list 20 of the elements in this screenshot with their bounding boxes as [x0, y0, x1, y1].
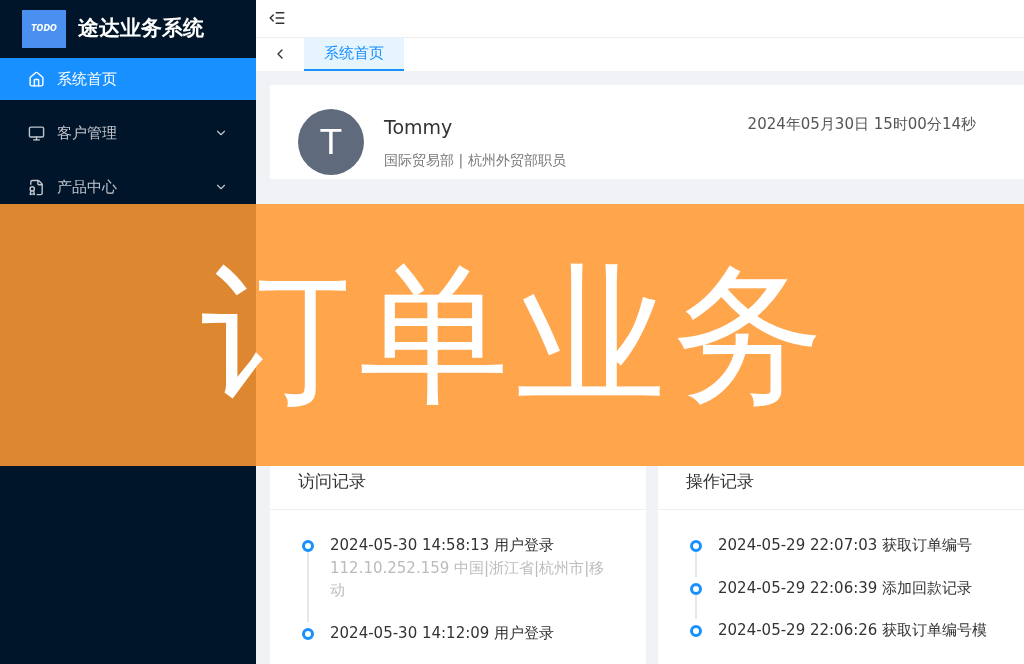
timeline-entry: 2024-05-29 22:07:03 获取订单编号: [718, 535, 973, 556]
sidebar-item[interactable]: 客户管理: [0, 112, 256, 154]
card-title: 访问记录: [298, 469, 366, 493]
timeline-entry: 2024-05-30 14:12:09 用户登录: [330, 622, 555, 644]
user-department: 国际贸易部 | 杭州外贸部职员: [384, 150, 566, 171]
timeline-detail: 112.10.252.159 中国|浙江省|杭州市|移动: [330, 557, 606, 601]
logo: TODO: [22, 10, 66, 48]
avatar: T: [298, 109, 364, 175]
user-name: Tommy: [384, 115, 454, 140]
house-icon: [28, 70, 45, 88]
monitor-icon: [28, 124, 45, 142]
timeline-entry: 2024-05-30 14:58:13 用户登录: [330, 535, 556, 556]
timeline-entry: 2024-05-29 22:06:26 获取订单编号模: [718, 620, 988, 641]
app-title: 途达业务系统: [78, 15, 204, 43]
sidebar-item[interactable]: 产品中心: [0, 166, 256, 208]
document-icon: [28, 178, 45, 196]
card-title: 操作记录: [686, 469, 754, 493]
current-datetime: 2024年05月30日 15时00分14秒: [747, 114, 976, 135]
timeline-entry: 2024-05-29 22:06:39 添加回款记录: [718, 577, 973, 599]
banner-title: 订单业务: [201, 260, 831, 410]
